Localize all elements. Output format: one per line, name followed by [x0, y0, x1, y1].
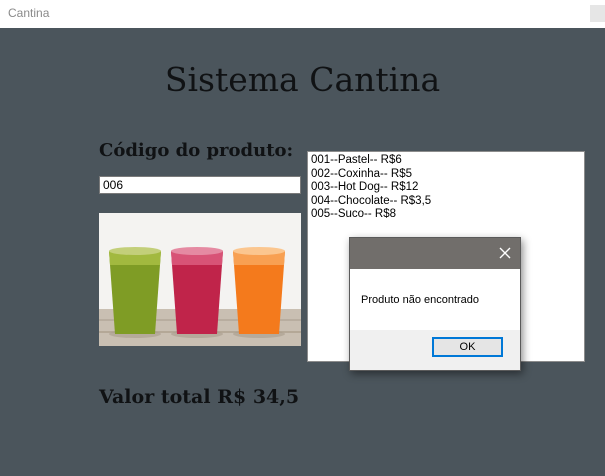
window-control-button[interactable]: [590, 5, 605, 22]
list-item[interactable]: 001--Pastel-- R$6: [311, 154, 581, 168]
juice-cups-image: [99, 213, 301, 346]
dialog-message: Produto não encontrado: [361, 294, 480, 306]
product-code-input[interactable]: [99, 176, 301, 194]
list-item[interactable]: 003--Hot Dog-- R$12: [311, 181, 581, 195]
dialog-footer: OK: [350, 330, 520, 370]
product-code-label: Código do produto:: [99, 140, 294, 161]
list-item[interactable]: 005--Suco-- R$8: [311, 208, 581, 222]
app-title: Sistema Cantina: [164, 60, 441, 99]
window-title: Cantina: [8, 6, 50, 20]
message-dialog: Produto não encontrado OK: [349, 237, 521, 371]
total-value-label: Valor total R$ 34,5: [99, 386, 300, 408]
list-item[interactable]: 002--Coxinha-- R$5: [311, 168, 581, 182]
close-icon[interactable]: [496, 244, 514, 262]
window-titlebar[interactable]: Cantina: [0, 0, 605, 28]
ok-button[interactable]: OK: [432, 337, 503, 357]
list-item[interactable]: 004--Chocolate-- R$3,5: [311, 195, 581, 209]
dialog-header: [350, 238, 520, 269]
